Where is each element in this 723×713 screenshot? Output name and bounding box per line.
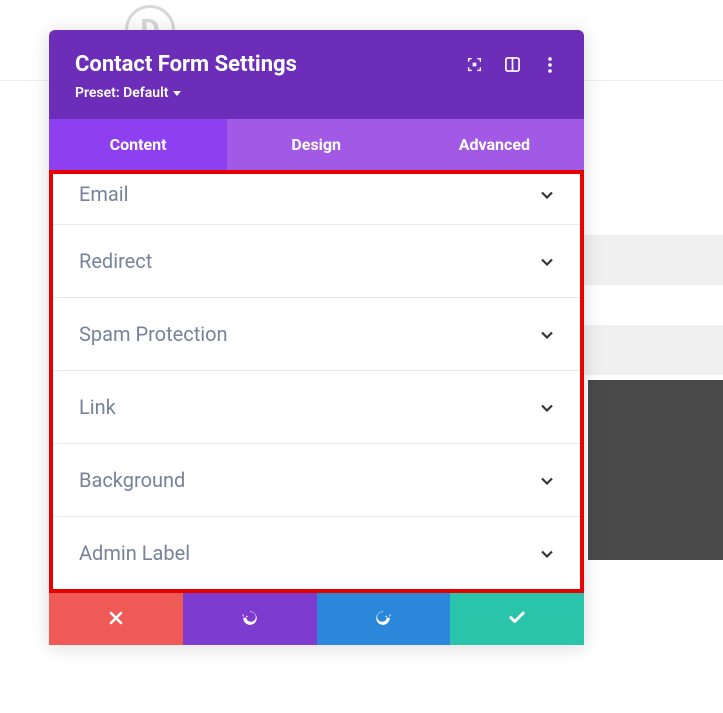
accordion-label: Admin Label xyxy=(79,541,190,565)
chevron-down-icon xyxy=(540,473,554,487)
confirm-button[interactable] xyxy=(450,593,584,645)
chevron-down-icon xyxy=(540,327,554,341)
cancel-button[interactable] xyxy=(49,593,183,645)
accordion-label: Spam Protection xyxy=(79,322,228,346)
accordion-item-background[interactable]: Background xyxy=(53,444,580,517)
tabs: Content Design Advanced xyxy=(49,119,584,170)
modal-footer xyxy=(49,593,584,645)
chevron-down-icon xyxy=(540,187,554,201)
accordion-item-spam-protection[interactable]: Spam Protection xyxy=(53,298,580,371)
accordion-label: Email xyxy=(79,182,129,206)
undo-button[interactable] xyxy=(183,593,317,645)
modal-title: Contact Form Settings xyxy=(75,52,297,77)
tab-design[interactable]: Design xyxy=(227,119,405,170)
undo-icon xyxy=(241,608,259,630)
tab-advanced[interactable]: Advanced xyxy=(405,119,583,170)
accordion-label: Redirect xyxy=(79,249,152,273)
bg-block xyxy=(583,235,723,285)
accordion-item-admin-label[interactable]: Admin Label xyxy=(53,517,580,589)
modal-header-icons xyxy=(466,57,558,73)
more-icon[interactable] xyxy=(542,57,558,73)
caret-down-icon xyxy=(173,91,181,96)
accordion-label: Background xyxy=(79,468,185,492)
redo-icon xyxy=(374,608,392,630)
panel-body: Email Redirect Spam Protection Link Back… xyxy=(49,170,584,593)
bg-block xyxy=(588,380,723,560)
accordion-item-link[interactable]: Link xyxy=(53,371,580,444)
preset-dropdown[interactable]: Preset: Default xyxy=(75,85,558,101)
close-icon xyxy=(109,610,123,629)
chevron-down-icon xyxy=(540,400,554,414)
chevron-down-icon xyxy=(540,546,554,560)
accordion-label: Link xyxy=(79,395,116,419)
accordion-item-email[interactable]: Email xyxy=(53,174,580,225)
accordion-item-redirect[interactable]: Redirect xyxy=(53,225,580,298)
modal-title-row: Contact Form Settings xyxy=(75,52,558,77)
modal-header: Contact Form Settings Preset: Default xyxy=(49,30,584,119)
redo-button[interactable] xyxy=(317,593,451,645)
settings-modal: Contact Form Settings Preset: Default Co… xyxy=(49,30,584,645)
check-icon xyxy=(508,608,526,630)
columns-icon[interactable] xyxy=(504,57,520,73)
preset-label: Preset: Default xyxy=(75,85,168,101)
expand-icon[interactable] xyxy=(466,57,482,73)
bg-block xyxy=(583,325,723,375)
chevron-down-icon xyxy=(540,254,554,268)
tab-content[interactable]: Content xyxy=(49,119,227,170)
